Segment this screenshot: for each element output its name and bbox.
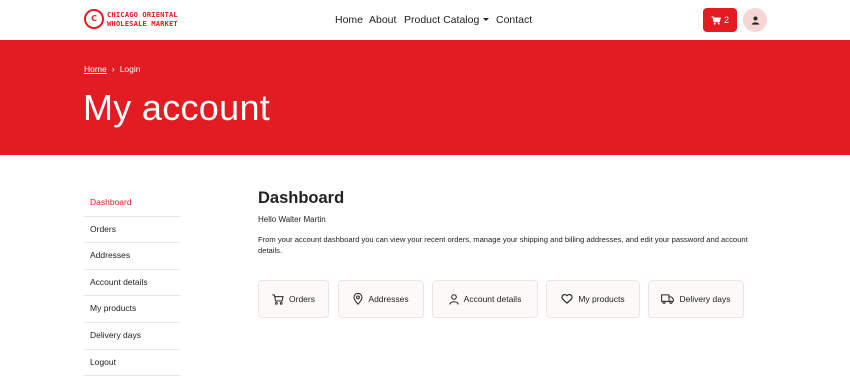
account-sidebar: Dashboard Orders Addresses Account detai… — [84, 190, 180, 377]
shopping-cart-icon — [711, 15, 721, 25]
shortcut-orders-card[interactable]: Orders — [258, 280, 329, 318]
logo-line-2: WHOLESALE MARKET — [107, 19, 178, 28]
dashboard-content: Dashboard Hello Walter Martin From your … — [258, 188, 768, 318]
greeting-text: Hello Walter Martin — [258, 215, 326, 224]
user-icon — [751, 16, 759, 25]
sidebar-item-logout[interactable]: Logout — [84, 350, 180, 377]
shortcut-orders-label: Orders — [289, 294, 315, 304]
nav-home[interactable]: Home — [335, 13, 363, 27]
nav-product-catalog-label: Product Catalog — [404, 14, 480, 26]
breadcrumb-separator-icon: › — [111, 64, 115, 74]
breadcrumb: Home › Login — [84, 64, 141, 75]
shortcut-addresses-card[interactable]: Addresses — [338, 280, 424, 318]
logo-line-1: CHICAGO ORIENTAL — [107, 10, 178, 19]
truck-icon — [661, 294, 675, 304]
page-hero: Home › Login My account — [0, 40, 850, 155]
breadcrumb-home-link[interactable]: Home — [84, 64, 107, 75]
shortcut-my-products-label: My products — [578, 294, 625, 304]
section-title: Dashboard — [258, 189, 345, 207]
shortcut-delivery-days-card[interactable]: Delivery days — [648, 280, 744, 318]
location-pin-icon — [353, 293, 363, 305]
caret-down-icon — [483, 18, 490, 21]
breadcrumb-current: Login — [119, 64, 141, 74]
sidebar-item-account-details[interactable]: Account details — [84, 270, 180, 297]
cart-button[interactable]: 2 — [703, 8, 737, 32]
page-title: My account — [83, 87, 271, 128]
user-icon — [448, 293, 459, 305]
sidebar-item-my-products[interactable]: My products — [84, 296, 180, 323]
site-logo[interactable]: C CHICAGO ORIENTAL WHOLESALE MARKET — [84, 9, 178, 29]
user-account-button[interactable] — [743, 8, 767, 32]
cart-icon — [272, 293, 284, 305]
shortcut-account-details-card[interactable]: Account details — [432, 280, 538, 318]
nav-about[interactable]: About — [369, 13, 396, 27]
sidebar-item-orders[interactable]: Orders — [84, 217, 180, 244]
nav-contact[interactable]: Contact — [496, 13, 532, 27]
shortcut-my-products-card[interactable]: My products — [546, 280, 640, 318]
shortcut-delivery-days-label: Delivery days — [679, 294, 731, 304]
shortcut-account-details-label: Account details — [463, 294, 522, 304]
site-header: C CHICAGO ORIENTAL WHOLESALE MARKET Home… — [0, 0, 850, 40]
sidebar-item-addresses[interactable]: Addresses — [84, 243, 180, 270]
sidebar-item-delivery-days[interactable]: Delivery days — [84, 323, 180, 350]
cart-count-badge: 2 — [723, 15, 729, 25]
shortcut-addresses-label: Addresses — [368, 294, 409, 304]
sidebar-item-dashboard[interactable]: Dashboard — [84, 190, 180, 217]
dashboard-description: From your account dashboard you can view… — [258, 235, 748, 255]
logo-emblem-icon: C — [84, 9, 104, 29]
nav-product-catalog[interactable]: Product Catalog — [404, 13, 490, 27]
logo-text: CHICAGO ORIENTAL WHOLESALE MARKET — [107, 10, 178, 28]
heart-icon — [561, 294, 573, 304]
dashboard-shortcuts: Orders Addresses Account details My prod… — [258, 280, 768, 318]
